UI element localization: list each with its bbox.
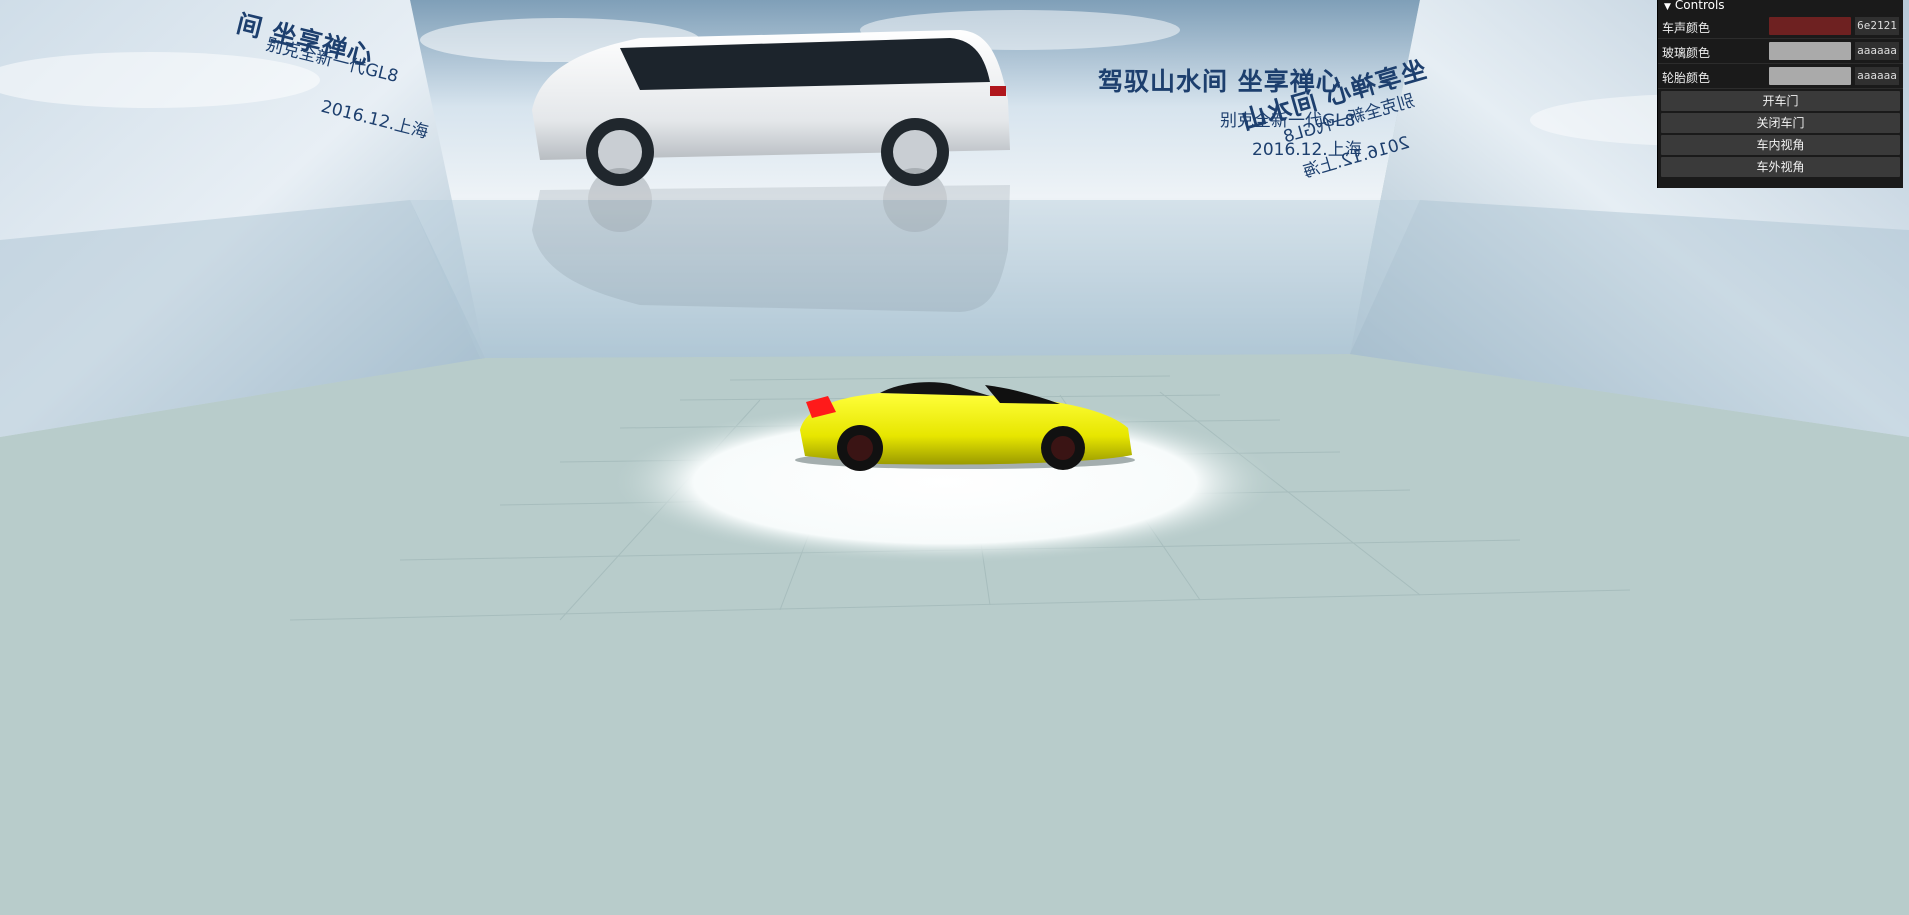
interior-view-button[interactable]: 车内视角 xyxy=(1661,135,1900,155)
controls-panel: ▼ Controls 车声颜色 6e2121 玻璃颜色 aaaaaa 轮胎颜色 a… xyxy=(1657,0,1903,188)
glass-color-label: 玻璃颜色 xyxy=(1662,46,1711,60)
glass-color-row: 玻璃颜色 aaaaaa xyxy=(1658,39,1903,64)
close-door-button[interactable]: 关闭车门 xyxy=(1661,113,1900,133)
body-color-label: 车声颜色 xyxy=(1662,21,1711,35)
exterior-view-button[interactable]: 车外视角 xyxy=(1661,157,1900,177)
chevron-down-icon: ▼ xyxy=(1664,2,1671,12)
tire-color-row: 轮胎颜色 aaaaaa xyxy=(1658,64,1903,89)
tire-color-input[interactable]: aaaaaa xyxy=(1855,67,1899,85)
open-door-button[interactable]: 开车门 xyxy=(1661,91,1900,111)
body-color-swatch[interactable] xyxy=(1769,17,1851,35)
controls-title: Controls xyxy=(1674,0,1725,12)
tire-color-swatch[interactable] xyxy=(1769,67,1851,85)
body-color-row: 车声颜色 6e2121 xyxy=(1658,14,1903,39)
glass-color-input[interactable]: aaaaaa xyxy=(1855,42,1899,60)
body-color-input[interactable]: 6e2121 xyxy=(1855,17,1899,35)
3d-scene[interactable] xyxy=(0,0,1909,915)
tire-color-label: 轮胎颜色 xyxy=(1662,71,1711,85)
glass-color-swatch[interactable] xyxy=(1769,42,1851,60)
controls-title-bar[interactable]: ▼ Controls xyxy=(1658,0,1903,14)
